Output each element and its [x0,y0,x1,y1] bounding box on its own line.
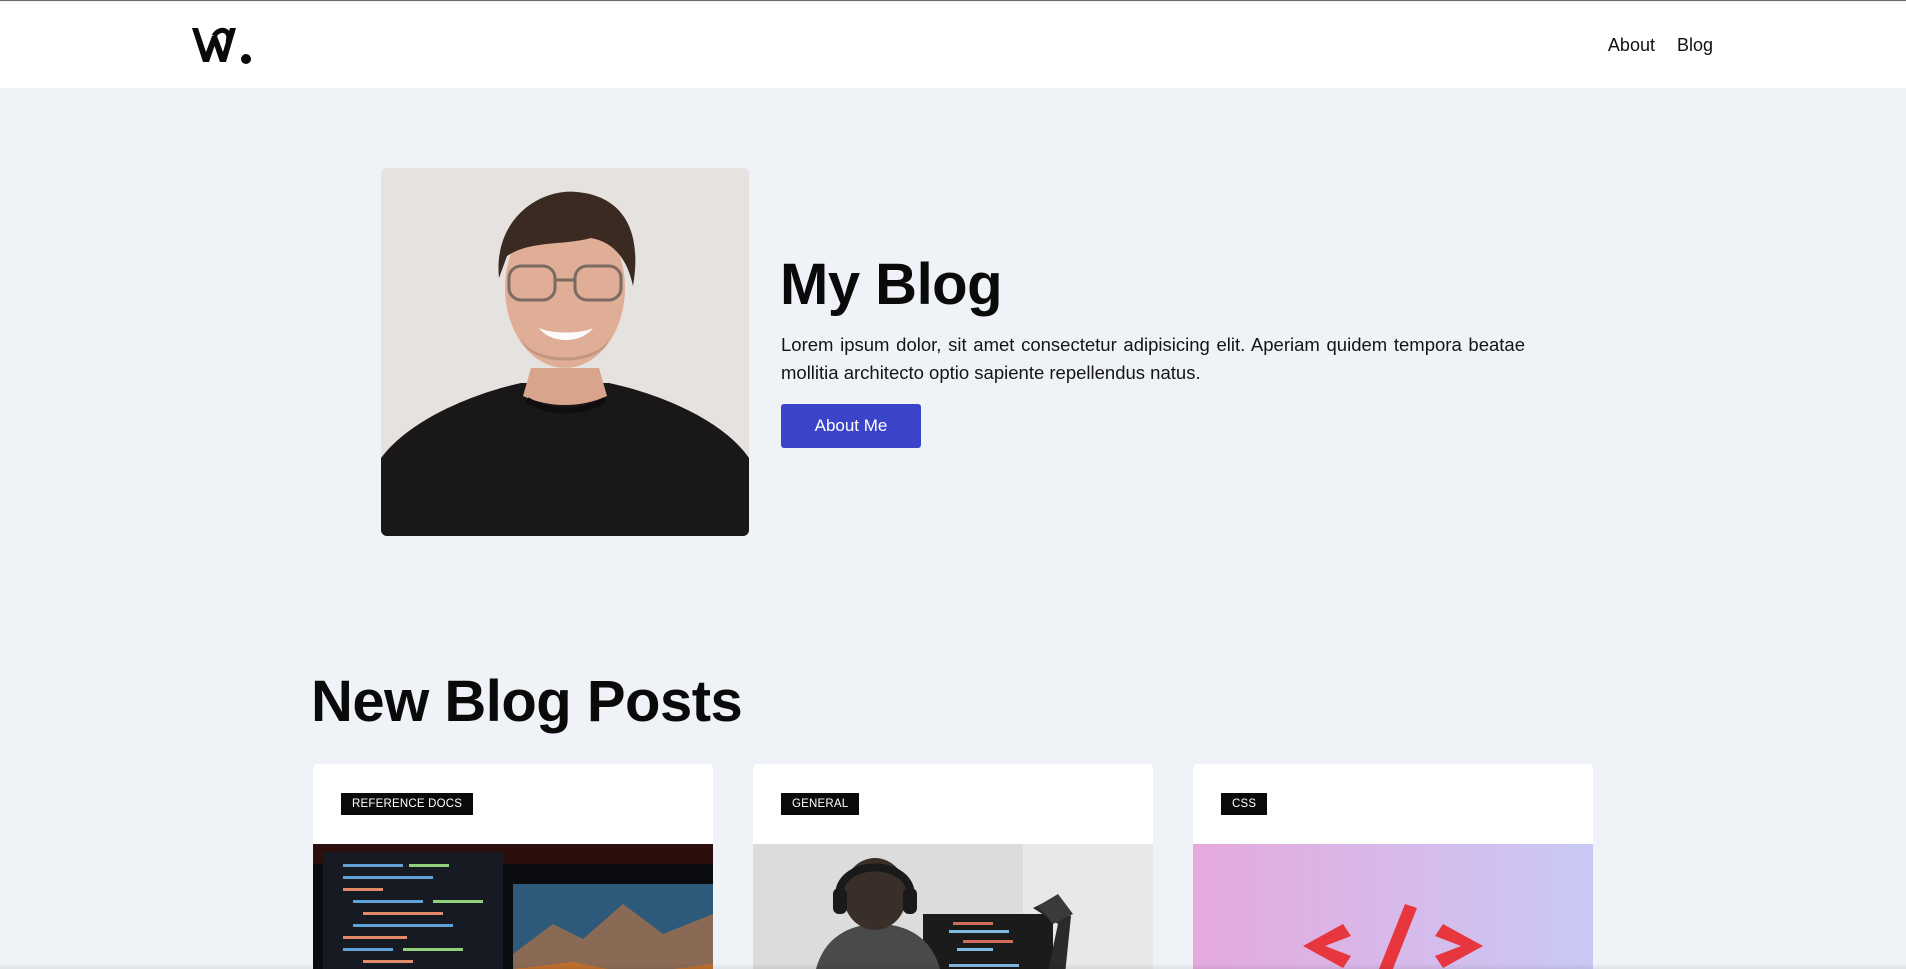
logo-icon[interactable] [190,22,254,68]
blog-card[interactable]: CSS [1193,764,1593,969]
card-image[interactable] [1193,844,1593,969]
card-image[interactable] [313,844,713,969]
navbar: About Blog [0,2,1906,88]
hero-description: Lorem ipsum dolor, sit amet consectetur … [781,334,1525,383]
card-image[interactable] [753,844,1153,969]
card-tag[interactable]: REFERENCE DOCS [341,793,474,815]
nav-link-about[interactable]: About [1608,34,1655,56]
nav-link-blog[interactable]: Blog [1677,34,1713,56]
about-me-button[interactable]: About Me [781,404,921,448]
card-tag[interactable]: GENERAL [781,793,860,815]
hero-title: My Blog [780,252,1003,317]
nav-links: About Blog [1608,34,1713,56]
blog-card[interactable]: REFERENCE DOCS [313,764,713,969]
blog-card[interactable]: GENERAL [753,764,1153,969]
card-tag[interactable]: CSS [1221,793,1268,815]
new-posts-heading: New Blog Posts [311,669,743,734]
hero-profile-photo [381,168,749,536]
scroll-shadow [0,963,1906,969]
